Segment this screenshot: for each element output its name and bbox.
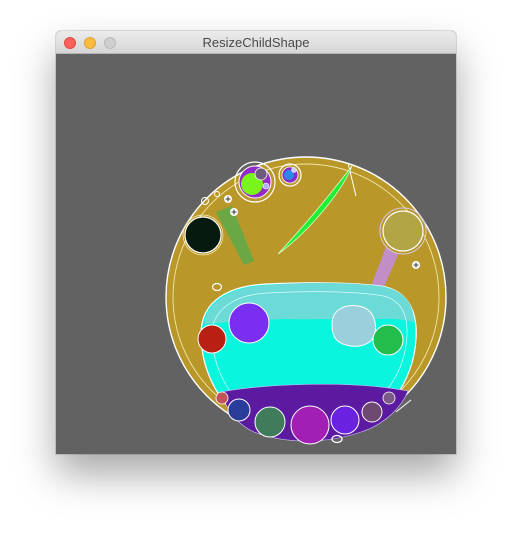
plus-circle-icon[interactable] [412,261,420,269]
purple-blob[interactable] [330,405,360,435]
olive-circle-shape[interactable] [382,210,424,252]
nested-circle-tiny-2[interactable] [291,167,297,173]
light-blue-blob[interactable] [331,305,376,347]
navy-blob[interactable] [227,398,251,422]
app-window: ResizeChildShape [56,31,456,454]
small-red-dot[interactable] [215,391,229,405]
violet-blob[interactable] [228,302,270,344]
small-mauve-dot[interactable] [382,391,396,405]
dark-teal-blob[interactable] [254,406,286,438]
mauve-blob[interactable] [361,401,383,423]
black-circle-shape[interactable] [184,216,222,254]
red-blob[interactable] [197,324,227,354]
green-blob[interactable] [372,324,404,356]
drawing-canvas[interactable] [56,54,456,454]
plus-circle-icon[interactable] [224,195,232,203]
plus-circle-icon[interactable] [230,208,238,216]
window-title: ResizeChildShape [202,35,310,50]
nested-circle-mauve[interactable] [254,167,268,181]
title-bar[interactable]: ResizeChildShape [56,31,456,54]
magenta-blob[interactable] [290,405,330,445]
nested-circle-tiny[interactable] [262,182,270,190]
